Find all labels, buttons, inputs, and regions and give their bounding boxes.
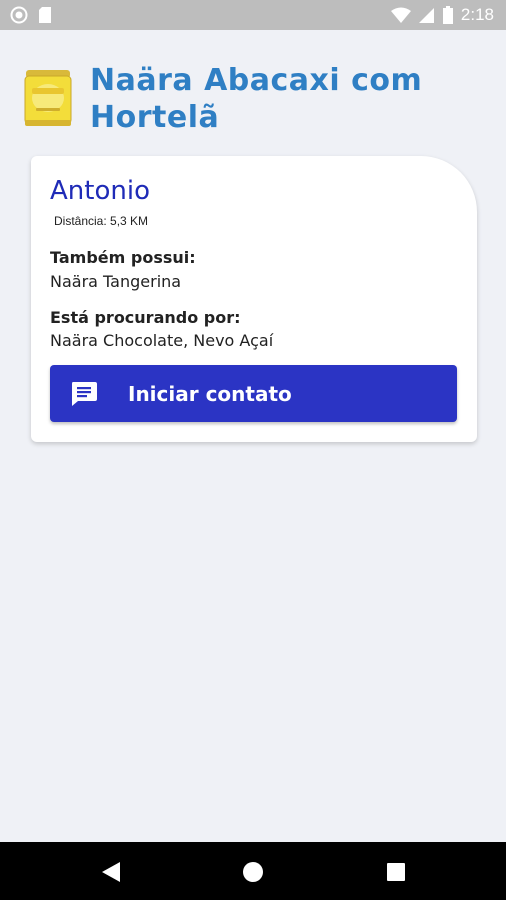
recents-icon bbox=[387, 863, 405, 881]
circle-status-icon bbox=[10, 6, 28, 24]
status-right-icons: 2:18 bbox=[390, 5, 494, 25]
wifi-icon bbox=[390, 7, 411, 23]
battery-icon bbox=[442, 6, 453, 24]
home-button[interactable] bbox=[240, 859, 266, 885]
status-time: 2:18 bbox=[460, 5, 494, 24]
navigation-bar bbox=[0, 842, 506, 900]
looking-for-value: Naära Chocolate, Nevo Açaí bbox=[50, 331, 274, 350]
back-button[interactable] bbox=[98, 859, 124, 885]
also-has-label: Também possui: bbox=[50, 248, 196, 267]
status-left-icons bbox=[10, 6, 52, 24]
also-has-value: Naära Tangerina bbox=[50, 272, 182, 291]
recents-button[interactable] bbox=[383, 859, 409, 885]
looking-for-label: Está procurando por: bbox=[50, 308, 241, 327]
distance-label: Distância: 5,3 KM bbox=[54, 214, 149, 228]
chat-icon bbox=[72, 382, 97, 406]
back-icon bbox=[102, 862, 120, 882]
start-contact-label: Iniciar contato bbox=[128, 382, 292, 406]
product-header: Naära Abacaxi com Hortelã bbox=[24, 62, 484, 136]
user-name: Antonio bbox=[50, 176, 150, 206]
start-contact-button[interactable]: Iniciar contato bbox=[50, 365, 457, 422]
product-can-icon bbox=[24, 70, 72, 126]
sd-card-icon bbox=[39, 7, 51, 23]
signal-icon bbox=[418, 7, 434, 23]
status-bar: 2:18 bbox=[0, 0, 506, 30]
home-icon bbox=[243, 862, 263, 882]
match-card: Antonio Distância: 5,3 KM Também possui:… bbox=[31, 156, 477, 442]
product-title: Naära Abacaxi com Hortelã bbox=[90, 63, 423, 135]
